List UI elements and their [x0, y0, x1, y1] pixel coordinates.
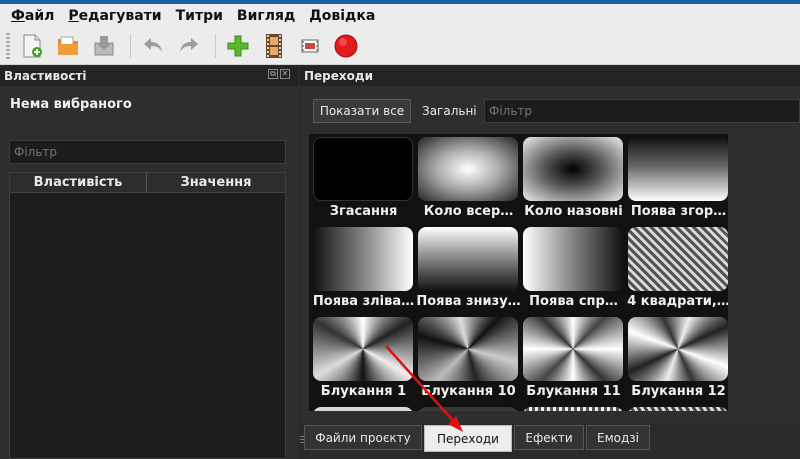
- annotation-arrow: [385, 345, 463, 432]
